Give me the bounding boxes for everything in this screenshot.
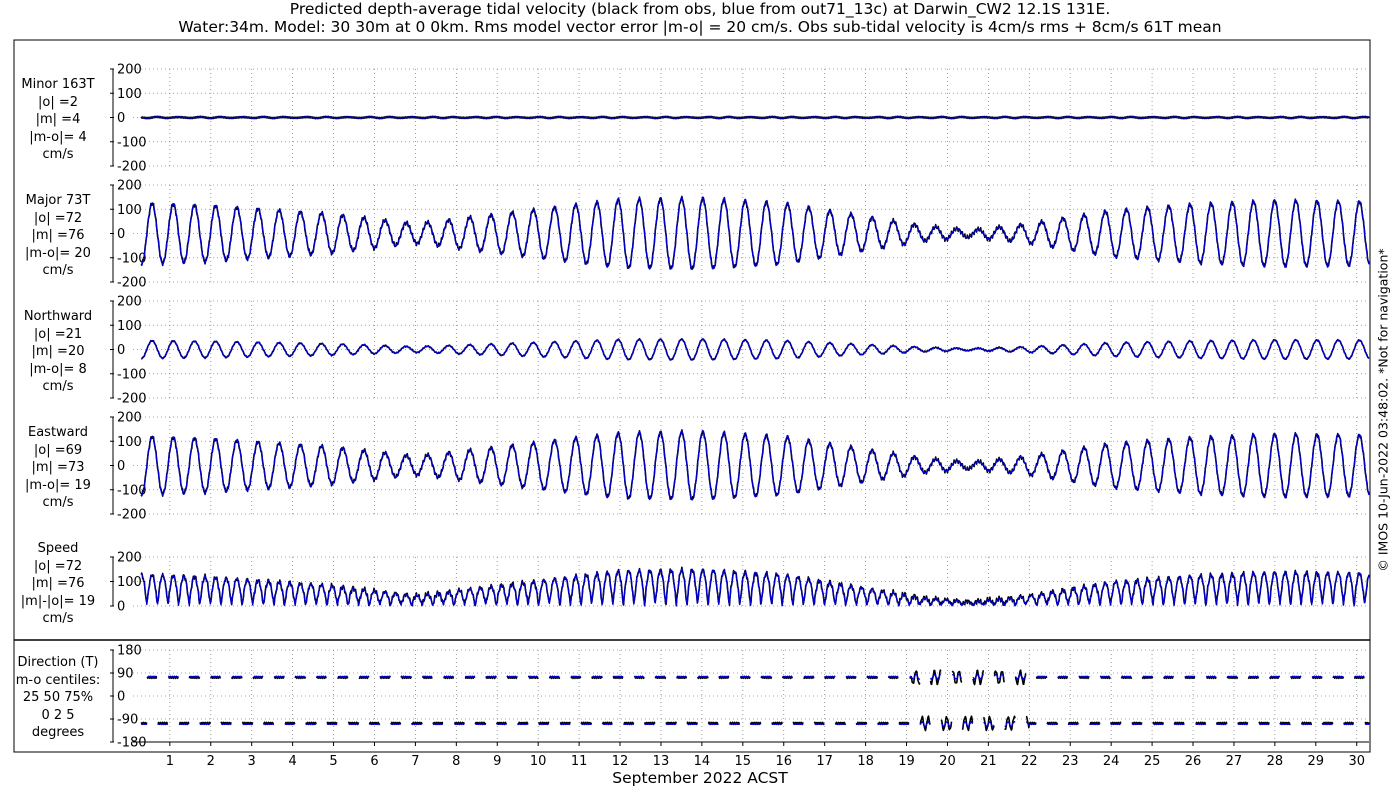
panel-label-line: |m-o|= 4 xyxy=(29,129,87,145)
panel-label-line: cm/s xyxy=(42,147,74,162)
panel-label-line: m-o centiles: xyxy=(15,672,101,688)
x-tick-label: 8 xyxy=(452,754,460,769)
y-tick-label: 0 xyxy=(117,111,125,126)
y-tick-label: -100 xyxy=(117,135,147,150)
panel-label-line: |m| =73 xyxy=(31,460,85,475)
panel-label-line: |o| =72 xyxy=(33,210,83,226)
panel-label-line: |m-o|= 20 xyxy=(25,245,91,261)
panel-label-northward: Northward |o| =21 |m| =20 |m-o|= 8 cm/s xyxy=(4,308,112,396)
panel-label-line: 0 2 5 xyxy=(41,707,75,723)
panel-label-line: 25 50 75% xyxy=(22,690,94,705)
y-tick-label: -200 xyxy=(117,160,147,175)
x-tick-label: 25 xyxy=(1144,754,1161,769)
y-tick-label: 0 xyxy=(117,227,125,242)
panel-label-line: |m| =20 xyxy=(31,344,85,359)
x-tick-label: 13 xyxy=(653,754,670,769)
x-tick-label: 24 xyxy=(1103,754,1120,769)
panel-label-direction: Direction (T) m-o centiles: 25 50 75% 0 2 5… xyxy=(4,654,112,742)
x-tick-label: 18 xyxy=(857,754,874,769)
x-tick-label: 21 xyxy=(980,754,997,769)
panel-label-line: |m-o|= 8 xyxy=(29,361,87,377)
x-tick-label: 9 xyxy=(493,754,501,769)
y-tick-label: 200 xyxy=(117,295,142,310)
x-tick-label: 11 xyxy=(571,754,588,769)
panel-label-line: Eastward xyxy=(27,425,89,440)
panel-label-line: |o| =69 xyxy=(33,442,83,458)
y-tick-label: 100 xyxy=(117,319,142,334)
panel-label-line: |o| =2 xyxy=(37,94,78,110)
x-tick-label: 20 xyxy=(939,754,956,769)
panel-label-eastward: Eastward |o| =69 |m| =73 |m-o|= 19 cm/s xyxy=(4,424,112,512)
panel-label-line: |m| =4 xyxy=(35,112,81,127)
x-tick-label: 29 xyxy=(1308,754,1325,769)
y-tick-label: -100 xyxy=(117,367,147,382)
x-tick-label: 12 xyxy=(612,754,629,769)
panel-label-line: Speed xyxy=(37,541,79,556)
y-tick-label: -180 xyxy=(117,736,147,751)
x-tick-label: 15 xyxy=(735,754,752,769)
x-tick-label: 23 xyxy=(1062,754,1079,769)
panel-label-line: |o| =72 xyxy=(33,558,83,574)
y-tick-label: 100 xyxy=(117,87,142,102)
panel-label-line: Northward xyxy=(23,309,93,324)
x-tick-label: 3 xyxy=(248,754,256,769)
panel-label-speed: Speed |o| =72 |m| =76 |m|-|o|= 19 cm/s xyxy=(4,540,112,628)
panel-label-line: cm/s xyxy=(42,263,74,278)
x-tick-label: 7 xyxy=(411,754,419,769)
y-tick-label: -200 xyxy=(117,508,147,523)
y-tick-label: 0 xyxy=(117,690,125,705)
copyright-note-text: © IMOS 10-Jun-2022 03:48:02. *Not for na… xyxy=(1375,248,1391,572)
panel-label-line: Major 73T xyxy=(25,193,91,208)
x-tick-label: 10 xyxy=(530,754,547,769)
figure: Predicted depth-average tidal velocity (… xyxy=(0,0,1400,800)
x-tick-label: 2 xyxy=(207,754,215,769)
x-tick-label: 19 xyxy=(898,754,915,769)
y-tick-label: 200 xyxy=(117,551,142,566)
x-tick-label: 17 xyxy=(816,754,833,769)
x-tick-label: 5 xyxy=(329,754,337,769)
panel-label-line: Direction (T) xyxy=(17,655,99,670)
y-tick-label: 100 xyxy=(117,435,142,450)
x-tick-label: 22 xyxy=(1021,754,1038,769)
panel-label-line: |o| =21 xyxy=(33,326,83,342)
y-tick-label: 90 xyxy=(117,667,134,682)
panel-label-line: |m| =76 xyxy=(31,228,85,243)
y-tick-label: 180 xyxy=(117,644,142,659)
y-tick-label: 0 xyxy=(117,459,125,474)
x-tick-label: 14 xyxy=(694,754,711,769)
y-tick-label: 100 xyxy=(117,203,142,218)
panel-label-line: |m-o|= 19 xyxy=(25,477,91,493)
x-tick-label: 6 xyxy=(370,754,378,769)
panel-label-line: |m|-|o|= 19 xyxy=(20,593,96,609)
y-tick-label: -90 xyxy=(117,713,138,728)
figure-frame xyxy=(13,39,1371,753)
panel-label-line: cm/s xyxy=(42,611,74,626)
y-tick-label: 200 xyxy=(117,63,142,78)
y-tick-label: -200 xyxy=(117,276,147,291)
y-tick-label: 200 xyxy=(117,179,142,194)
panel-label-line: cm/s xyxy=(42,379,74,394)
panel-label-line: degrees xyxy=(31,725,85,740)
plot-area: 2001000-100-2002001000-100-2002001000-10… xyxy=(13,39,1371,769)
model-series-speed xyxy=(140,567,1370,607)
panel-label-line: |m| =76 xyxy=(31,576,85,591)
y-tick-label: 200 xyxy=(117,411,142,426)
y-tick-label: 0 xyxy=(117,343,125,358)
x-tick-label: 28 xyxy=(1267,754,1284,769)
x-tick-label: 27 xyxy=(1226,754,1243,769)
panel-label-major: Major 73T |o| =72 |m| =76 |m-o|= 20 cm/s xyxy=(4,192,112,280)
x-tick-label: 1 xyxy=(166,754,174,769)
x-tick-label: 26 xyxy=(1185,754,1202,769)
y-tick-label: -200 xyxy=(117,392,147,407)
x-axis-label: September 2022 ACST xyxy=(612,769,788,787)
panel-label-line: Minor 163T xyxy=(21,77,95,92)
panel-label-minor: Minor 163T |o| =2 |m| =4 |m-o|= 4 cm/s xyxy=(4,76,112,164)
obs-series-direction xyxy=(140,669,1370,732)
x-tick-label: 30 xyxy=(1348,754,1365,769)
y-tick-label: 0 xyxy=(117,600,125,615)
panel-label-line: cm/s xyxy=(42,495,74,510)
x-tick-label: 4 xyxy=(288,754,296,769)
y-tick-label: 100 xyxy=(117,575,142,590)
x-tick-label: 16 xyxy=(775,754,792,769)
